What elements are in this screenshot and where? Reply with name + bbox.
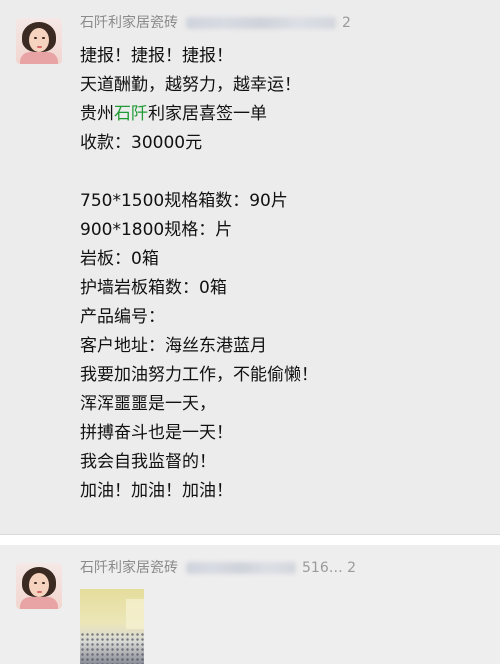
author-name[interactable]: 石阡利家居瓷砖: [80, 15, 178, 31]
message-line: 贵州石阡利家居喜签一单: [80, 100, 480, 129]
author-name[interactable]: 石阡利家居瓷砖: [80, 560, 178, 576]
message-line: 900*1800规格：片: [80, 220, 233, 240]
message-line: 护墙岩板箱数：0箱: [80, 278, 227, 298]
message-line: 加油！加油！加油！: [80, 481, 233, 501]
avatar-shirt: [20, 597, 58, 609]
message-line: 我会自我监督的！: [80, 452, 216, 472]
avatar-lip: [37, 591, 42, 593]
avatar-face: [29, 28, 49, 52]
photo-texture: [80, 632, 144, 664]
message-text: 贵州: [80, 104, 114, 124]
message-line: 天道酬勤，越努力，越幸运！: [80, 75, 301, 95]
post-item: 石阡利家居瓷砖 516… 2: [0, 545, 500, 664]
moments-feed: 石阡利家居瓷砖 2 捷报！捷报！捷报！ 天道酬勤，越努力，越幸运！ 贵州石阡利家居…: [0, 0, 500, 664]
message-line: 捷报！捷报！捷报！: [80, 46, 233, 66]
message-line: 浑浑噩噩是一天，: [80, 394, 216, 414]
highlighted-text: 石阡: [114, 104, 148, 124]
post-item: 石阡利家居瓷砖 2 捷报！捷报！捷报！ 天道酬勤，越努力，越幸运！ 贵州石阡利家居…: [0, 0, 500, 535]
photo-thumbnail[interactable]: [80, 589, 144, 664]
photo-highlight: [126, 599, 144, 629]
blurred-id: [186, 562, 296, 574]
header-tail: 516… 2: [302, 560, 357, 576]
post-header: 石阡利家居瓷砖 516… 2: [80, 557, 370, 577]
message-line: 我要加油努力工作，不能偷懒！: [80, 365, 318, 385]
post-header: 石阡利家居瓷砖 2: [80, 12, 370, 32]
message-line: 客户地址：海丝东港蓝月: [80, 336, 267, 356]
blurred-id: [186, 17, 336, 29]
message-line: 产品编号：: [80, 307, 165, 327]
message-line: 岩板：0箱: [80, 249, 159, 269]
header-tail: 2: [342, 15, 351, 31]
message-line: 拼搏奋斗也是一天！: [80, 423, 233, 443]
avatar-shirt: [20, 52, 58, 64]
avatar-eye: [34, 37, 37, 39]
message-text: 利家居喜签一单: [148, 104, 267, 124]
avatar[interactable]: [16, 18, 62, 64]
avatar-lip: [37, 46, 42, 48]
message-line: 750*1500规格箱数：90片: [80, 191, 288, 211]
avatar-eye: [34, 582, 37, 584]
avatar-eye: [42, 582, 45, 584]
post-message: 捷报！捷报！捷报！ 天道酬勤，越努力，越幸运！ 贵州石阡利家居喜签一单 收款：3…: [80, 42, 480, 506]
message-line: 收款：30000元: [80, 133, 203, 153]
avatar-face: [29, 573, 49, 597]
avatar[interactable]: [16, 563, 62, 609]
avatar-eye: [42, 37, 45, 39]
